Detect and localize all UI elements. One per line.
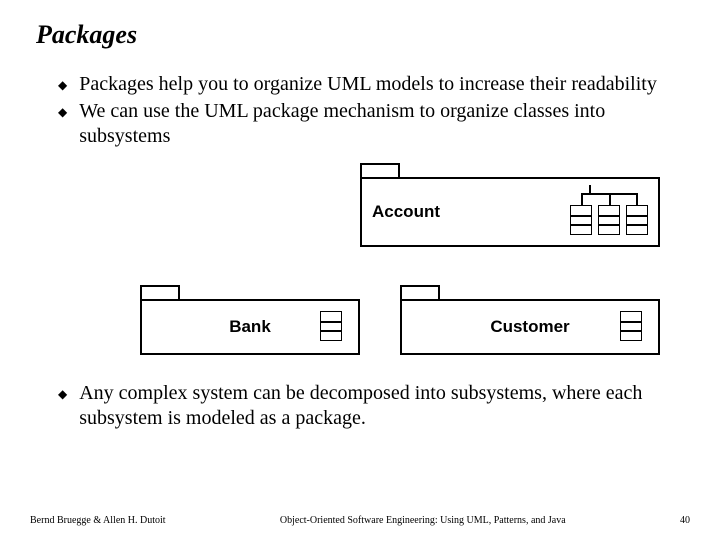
connector xyxy=(636,193,638,205)
bullet-icon: ◆ xyxy=(58,105,67,120)
connector xyxy=(581,193,583,205)
class-icon xyxy=(570,205,592,235)
bullet-icon: ◆ xyxy=(58,387,67,402)
bullet-icon: ◆ xyxy=(58,78,67,93)
footer-author: Bernd Bruegge & Allen H. Dutoit xyxy=(30,515,166,526)
class-icon xyxy=(598,205,620,235)
footer-title: Object-Oriented Software Engineering: Us… xyxy=(280,515,566,526)
bullet-list-top: ◆ Packages help you to organize UML mode… xyxy=(58,72,670,149)
bullet-list-bottom: ◆ Any complex system can be decomposed i… xyxy=(58,381,670,431)
connector xyxy=(589,185,591,193)
package-label: Bank xyxy=(229,317,271,337)
bullet-text: Packages help you to organize UML models… xyxy=(79,72,657,97)
bullet-text: We can use the UML package mechanism to … xyxy=(79,99,670,149)
list-item: ◆ Any complex system can be decomposed i… xyxy=(58,381,670,431)
list-item: ◆ Packages help you to organize UML mode… xyxy=(58,72,670,97)
connector xyxy=(609,193,611,205)
class-icon xyxy=(626,205,648,235)
package-tab-icon xyxy=(140,285,180,299)
footer: Bernd Bruegge & Allen H. Dutoit Object-O… xyxy=(30,515,690,526)
class-icon xyxy=(620,311,642,341)
page-title: Packages xyxy=(36,20,690,50)
package-label: Customer xyxy=(490,317,569,337)
bullet-text: Any complex system can be decomposed int… xyxy=(79,381,670,431)
class-icon xyxy=(320,311,342,341)
uml-diagram: Account Bank Customer xyxy=(30,163,690,373)
page-number: 40 xyxy=(680,515,690,526)
package-tab-icon xyxy=(360,163,400,177)
package-label: Account xyxy=(372,202,440,222)
package-tab-icon xyxy=(400,285,440,299)
list-item: ◆ We can use the UML package mechanism t… xyxy=(58,99,670,149)
